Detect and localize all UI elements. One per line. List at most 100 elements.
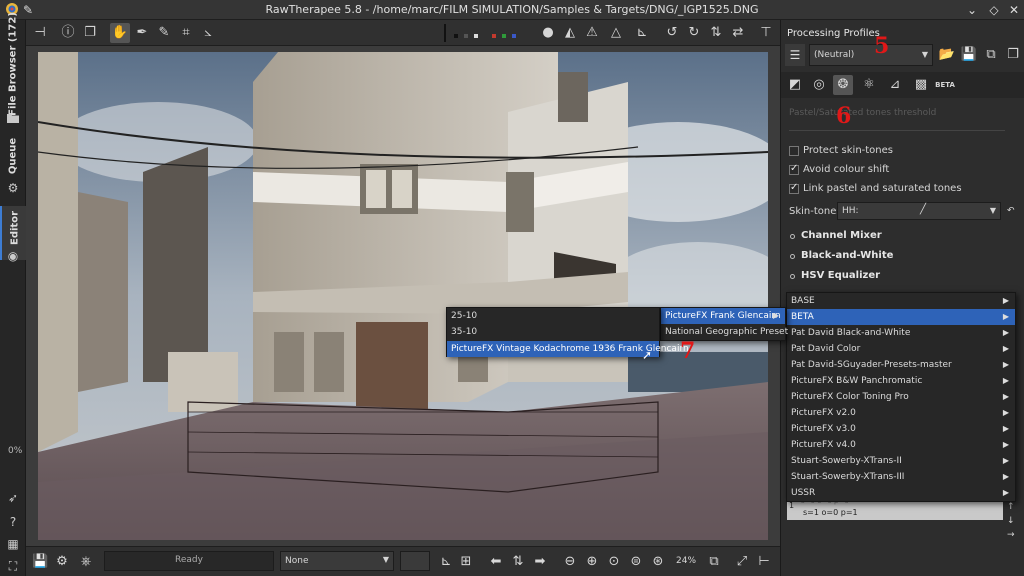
channel-mixer-heading[interactable]: Channel Mixer — [801, 230, 882, 241]
zoom-100-icon[interactable]: ⊜ — [628, 554, 644, 570]
aperture-icon[interactable]: ◉ — [5, 248, 21, 264]
submenu-item-35-10[interactable]: 35-10 — [447, 324, 659, 340]
tab-queue[interactable]: Queue — [0, 134, 26, 180]
tab-color-icon[interactable]: ❂ — [833, 75, 853, 95]
send-icon[interactable]: ➶ — [5, 490, 21, 506]
zoom-fit-icon[interactable]: ⊙ — [606, 554, 622, 570]
protect-skin-checkbox[interactable] — [789, 146, 799, 156]
save-profile-icon[interactable]: 💾 — [959, 45, 979, 65]
rotate-left-icon[interactable]: ↺ — [662, 23, 682, 43]
output-profile-select[interactable]: None ▼ — [280, 551, 394, 571]
chevron-right-icon: ▶ — [1002, 344, 1009, 353]
crop-frame-icon[interactable]: ⊾ — [438, 554, 454, 570]
avoid-shift-checkbox[interactable] — [789, 163, 799, 175]
tab-detail-icon[interactable]: ◎ — [809, 75, 829, 95]
minimize-icon[interactable]: ⌄ — [964, 2, 980, 18]
open-profile-icon[interactable]: 📂 — [937, 45, 957, 65]
threshold-slider[interactable] — [789, 130, 1005, 131]
tab-transform-icon[interactable]: ⊿ — [885, 75, 905, 95]
zoom-in-icon[interactable]: ⊕ — [584, 554, 600, 570]
gamut-button[interactable] — [400, 551, 430, 571]
menu-item-stuart-xtrans-ii[interactable]: Stuart-Sowerby-XTrans-II ▶ — [787, 453, 1015, 469]
history-move-icon[interactable]: → — [1007, 530, 1015, 540]
queue-add-icon[interactable]: ⚙ — [54, 554, 70, 570]
profile-list-icon[interactable]: ☰ — [785, 44, 805, 66]
menu-item-picturefx-toning[interactable]: PictureFX Color Toning Pro ▶ — [787, 389, 1015, 405]
rotate-right-icon[interactable]: ↻ — [684, 23, 704, 43]
qr-icon[interactable]: ▦ — [5, 536, 21, 552]
grid-icon[interactable]: ⊞ — [458, 554, 474, 570]
new-window-icon[interactable]: ⧉ — [706, 554, 722, 570]
menu-item-pat-david-sguyader[interactable]: Pat David-SGuyader-Presets-master ▶ — [787, 357, 1015, 373]
menu-item-base[interactable]: BASE ▶ — [787, 293, 1015, 309]
external-editor-icon[interactable]: ⎈ — [78, 554, 94, 570]
submenu-item-25-10[interactable]: 25-10 — [447, 308, 659, 324]
tab-exposure-icon[interactable]: ◩ — [785, 75, 805, 95]
info-icon[interactable]: ⓘ — [58, 23, 78, 43]
hsv-equalizer-heading[interactable]: HSV Equalizer — [801, 270, 880, 281]
menu-item-picturefx-v2[interactable]: PictureFX v2.0 ▶ — [787, 405, 1015, 421]
flip-vertical-icon[interactable]: ⇅ — [706, 23, 726, 43]
submenu-item-frank-glencairn[interactable]: PictureFX Frank Glencairn ▶ — [661, 308, 785, 324]
preview-photo[interactable] — [38, 52, 768, 540]
zoom-out-icon[interactable]: ⊖ — [562, 554, 578, 570]
tab-advanced-icon[interactable]: ⚛ — [859, 75, 879, 95]
straighten-icon[interactable]: ⦣ — [198, 23, 218, 43]
close-icon[interactable]: ✕ — [1006, 2, 1022, 18]
link-pastel-label: Link pastel and saturated tones — [803, 183, 962, 194]
link-pastel-checkbox[interactable] — [789, 182, 799, 194]
fullscreen-icon[interactable]: ⛶ — [5, 558, 21, 574]
help-icon[interactable]: ? — [5, 514, 21, 530]
skin-tones-select[interactable]: HH: ╱ ▼ — [837, 202, 1001, 220]
crop-icon[interactable]: ⌗ — [176, 23, 196, 43]
folder-icon[interactable] — [5, 112, 21, 128]
hide-top-panel-icon[interactable]: ⊤ — [756, 23, 776, 43]
menu-item-picturefx-v3[interactable]: PictureFX v3.0 ▶ — [787, 421, 1015, 437]
menu-item-picturefx-bw[interactable]: PictureFX B&W Panchromatic ▶ — [787, 373, 1015, 389]
gears-icon[interactable]: ⚙ — [5, 180, 21, 196]
save-icon[interactable]: 💾 — [32, 554, 48, 570]
tab-raw-icon[interactable]: ▩ — [911, 75, 931, 95]
profile-select[interactable]: (Neutral) ▼ — [809, 44, 933, 66]
menu-item-pat-david-color[interactable]: Pat David Color ▶ — [787, 341, 1015, 357]
menu-item-stuart-xtrans-iii[interactable]: Stuart-Sowerby-XTrans-III ▶ — [787, 469, 1015, 485]
swatch-green[interactable] — [502, 34, 506, 38]
eyedropper-icon[interactable]: ✒ — [132, 23, 152, 43]
swatch-gray[interactable] — [464, 34, 468, 38]
previous-image-icon[interactable]: ⬅ — [488, 554, 504, 570]
highlight-clip-icon[interactable]: ⚠ — [582, 23, 602, 43]
shadow-clip-icon[interactable]: ◭ — [560, 23, 580, 43]
title-bar: ✎ RawTherapee 5.8 - /home/marc/FILM SIMU… — [0, 0, 1024, 20]
spot-removal-icon[interactable]: ✎ — [154, 23, 174, 43]
sync-icon[interactable]: ⇅ — [510, 554, 526, 570]
menu-item-pat-david-bw[interactable]: Pat David Black-and-White ▶ — [787, 325, 1015, 341]
zoom-crop-icon[interactable]: ⊛ — [650, 554, 666, 570]
next-image-icon[interactable]: ➡ — [532, 554, 548, 570]
hide-left-panel-icon[interactable]: ⊣ — [30, 23, 50, 43]
maximize-icon[interactable]: ◇ — [986, 2, 1002, 18]
history-up-icon[interactable]: ↑ — [1007, 502, 1015, 512]
reset-icon[interactable]: ↶ — [1007, 206, 1015, 216]
menu-item-picturefx-v4[interactable]: PictureFX v4.0 ▶ — [787, 437, 1015, 453]
black-white-heading[interactable]: Black-and-White — [801, 250, 893, 261]
warning-icon[interactable]: △ — [606, 23, 626, 43]
flip-horizontal-icon[interactable]: ⇄ — [728, 23, 748, 43]
hide-right-panel-icon[interactable]: ⊢ — [756, 554, 772, 570]
swatch-blue[interactable] — [512, 34, 516, 38]
tab-file-browser[interactable]: File Browser (172) — [0, 12, 26, 116]
before-after-icon[interactable]: ❐ — [80, 23, 100, 43]
tab-beta-icon[interactable]: BETA — [935, 75, 955, 95]
paste-profile-icon[interactable]: ❐ — [1003, 45, 1023, 65]
swatch-black[interactable] — [454, 34, 458, 38]
swatch-white[interactable] — [474, 34, 478, 38]
menu-item-beta[interactable]: BETA ▶ — [787, 309, 1015, 325]
histogram-icon[interactable]: ⊾ — [632, 23, 652, 43]
fullscreen-icon[interactable]: ⤢ — [734, 554, 750, 570]
menu-item-ussr[interactable]: USSR ▶ — [787, 485, 1015, 501]
submenu-item-vintage-kodachrome[interactable]: PictureFX Vintage Kodachrome 1936 Frank … — [447, 341, 689, 357]
focus-mask-icon[interactable]: ● — [538, 23, 558, 43]
swatch-red[interactable] — [492, 34, 496, 38]
copy-profile-icon[interactable]: ⧉ — [981, 45, 1001, 65]
hand-tool-icon[interactable]: ✋ — [110, 23, 130, 43]
history-down-icon[interactable]: ↓ — [1007, 516, 1015, 526]
